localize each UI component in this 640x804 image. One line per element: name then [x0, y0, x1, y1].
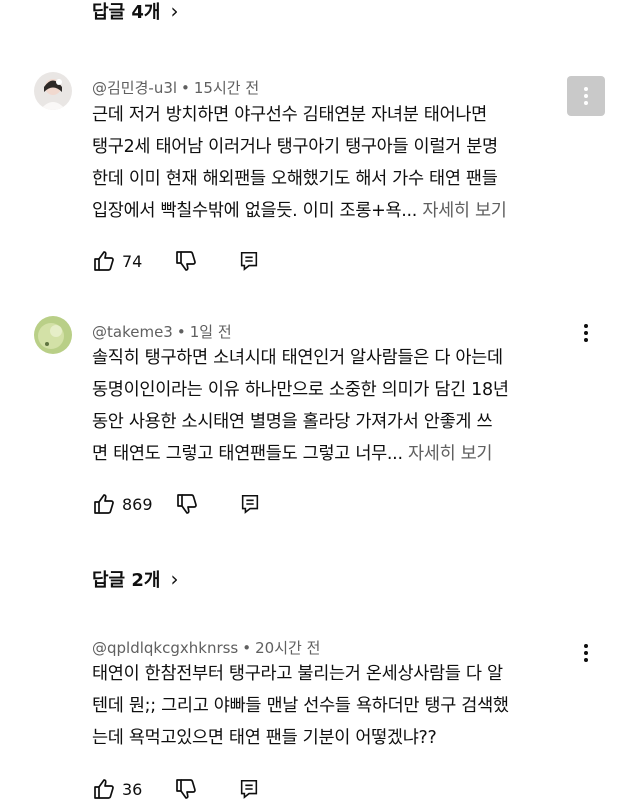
thumbs-down-icon [175, 492, 199, 516]
comment-actions: 74 [92, 246, 260, 276]
like-count: 869 [122, 494, 153, 514]
comment-author[interactable]: @김민경-u3l [92, 79, 177, 97]
comment-actions: 869 [92, 489, 261, 519]
comment-body: 태연이 한참전부터 탱구라고 불리는거 온세상사람들 다 알 텐데 뭔;; 그리… [92, 658, 582, 754]
reply-button[interactable] [239, 493, 261, 515]
reply-button[interactable] [238, 250, 260, 272]
replies-toggle-button[interactable]: 답글 2개 › [92, 566, 178, 592]
comment-body: 근데 저거 방치하면 야구선수 김태연분 자녀분 태어나면 탱구2세 태어남 이… [92, 99, 582, 227]
comment-author[interactable]: @takeme3 [92, 323, 173, 341]
read-more-link[interactable]: 자세히 보기 [422, 201, 507, 221]
avatar[interactable] [34, 72, 72, 110]
comment-actions: 36 [92, 774, 260, 804]
reply-icon [238, 250, 260, 272]
dislike-button[interactable] [175, 492, 199, 516]
dislike-button[interactable] [174, 249, 198, 273]
thumbs-up-icon [92, 492, 116, 516]
replies-label: 답글 4개 [92, 2, 161, 23]
chevron-right-icon: › [170, 567, 179, 591]
comment-header: @김민경-u3l • 15시간 전 [92, 79, 260, 97]
comment-time: 20시간 전 [255, 639, 321, 657]
thumbs-down-icon [174, 777, 198, 801]
like-button[interactable]: 36 [92, 777, 142, 801]
chevron-right-icon: › [170, 0, 179, 23]
comment-time: 15시간 전 [193, 79, 260, 97]
thumbs-up-icon [92, 777, 116, 801]
dislike-button[interactable] [174, 777, 198, 801]
avatar[interactable] [34, 316, 72, 354]
comment-author[interactable]: @qpldlqkcgxhknrss [92, 639, 238, 657]
comment-header: @qpldlqkcgxhknrss • 20시간 전 [92, 639, 321, 657]
comment-time: 1일 전 [189, 323, 232, 341]
replies-label: 답글 2개 [92, 570, 161, 591]
replies-toggle-button[interactable]: 답글 4개 › [92, 0, 178, 24]
comment-body: 솔직히 탱구하면 소녀시대 태연인거 알사람들은 다 아는데 동명이인이라는 이… [92, 342, 582, 470]
comment-header: @takeme3 • 1일 전 [92, 323, 232, 341]
comment-text: 태연이 한참전부터 탱구라고 불리는거 온세상사람들 다 알 텐데 뭔;; 그리… [92, 664, 509, 748]
like-button[interactable]: 74 [92, 249, 142, 273]
thumbs-up-icon [92, 249, 116, 273]
thumbs-down-icon [174, 249, 198, 273]
like-button[interactable]: 869 [92, 492, 153, 516]
like-count: 74 [122, 251, 143, 271]
reply-icon [238, 778, 260, 800]
reply-button[interactable] [238, 778, 260, 800]
reply-icon [239, 493, 261, 515]
like-count: 36 [122, 779, 143, 799]
read-more-link[interactable]: 자세히 보기 [408, 444, 493, 464]
